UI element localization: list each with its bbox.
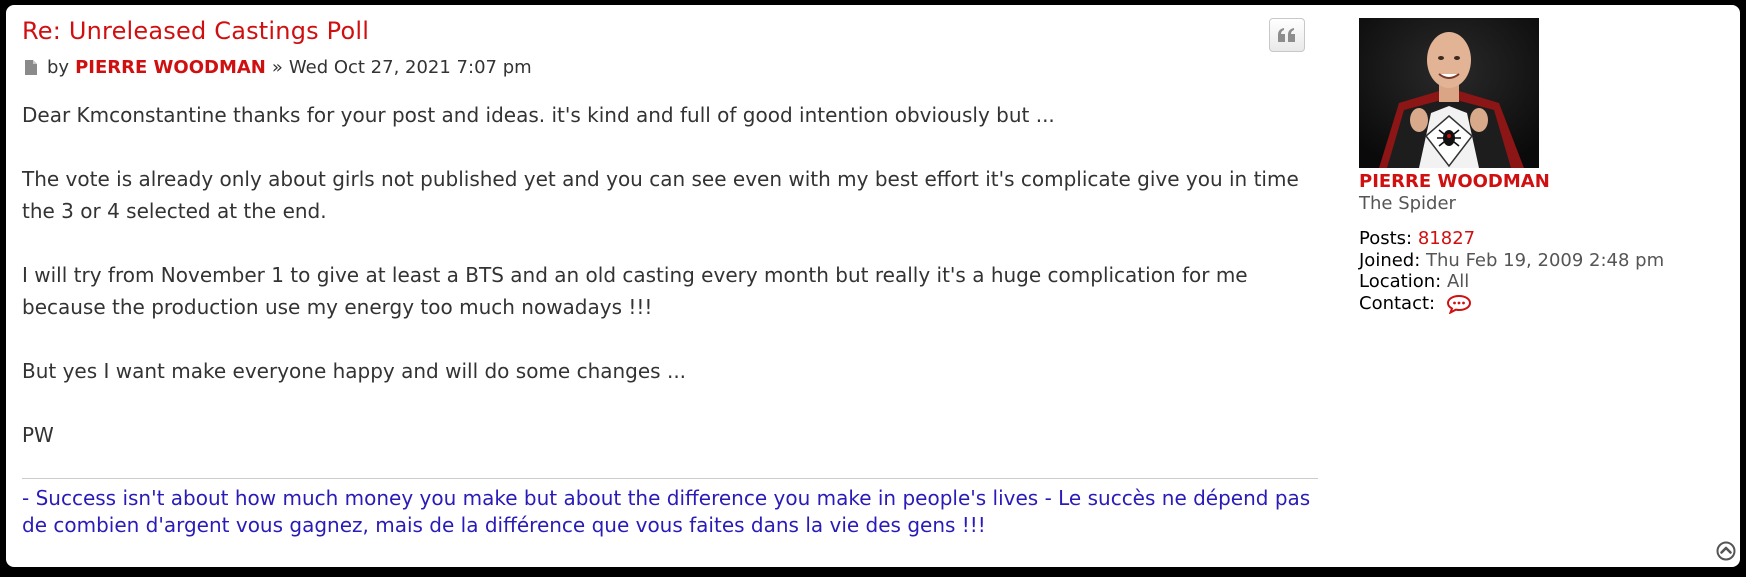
post-author-link[interactable]: PIERRE WOODMAN xyxy=(75,57,266,78)
post-paragraph: But yes I want make everyone happy and w… xyxy=(22,359,687,383)
arrow-up-circle-icon[interactable] xyxy=(1716,541,1736,561)
location-label: Location: xyxy=(1359,271,1442,292)
profile-location-row: Location: All xyxy=(1359,271,1729,293)
post-paragraph: Dear Kmconstantine thanks for your post … xyxy=(22,103,1055,127)
author-date-separator: » xyxy=(271,57,283,78)
location-value: All xyxy=(1446,271,1470,292)
quote-icon xyxy=(1278,28,1295,42)
profile-contact-row: Contact: xyxy=(1359,293,1729,315)
file-icon[interactable] xyxy=(25,60,37,75)
post-author-line: by PIERRE WOODMAN » Wed Oct 27, 2021 7:0… xyxy=(22,57,532,78)
post-date: Wed Oct 27, 2021 7:07 pm xyxy=(288,57,532,78)
post-paragraph: The vote is already only about girls not… xyxy=(22,167,1299,223)
quote-button[interactable] xyxy=(1269,18,1305,52)
post-panel: Re: Unreleased Castings Poll by PIERRE W… xyxy=(6,5,1740,567)
post-signature: - Success isn't about how much money you… xyxy=(22,486,1311,537)
by-label: by xyxy=(47,57,70,78)
avatar[interactable] xyxy=(1359,18,1539,168)
speech-bubble-icon[interactable] xyxy=(1446,294,1471,314)
contact-label: Contact: xyxy=(1359,292,1436,314)
post-title[interactable]: Re: Unreleased Castings Poll xyxy=(22,17,369,45)
profile-posts-row: Posts: 81827 xyxy=(1359,228,1729,250)
profile-rank: The Spider xyxy=(1359,193,1456,214)
posts-label: Posts: xyxy=(1359,228,1413,249)
profile-details: Posts: 81827 Joined: Thu Feb 19, 2009 2:… xyxy=(1359,228,1729,314)
profile-username[interactable]: PIERRE WOODMAN xyxy=(1359,171,1729,193)
joined-value: Thu Feb 19, 2009 2:48 pm xyxy=(1426,249,1665,271)
joined-label: Joined: xyxy=(1359,249,1421,271)
post-content: Dear Kmconstantine thanks for your post … xyxy=(22,99,1322,483)
signature-divider xyxy=(22,478,1318,479)
author-profile: PIERRE WOODMAN The Spider Posts: 81827 J… xyxy=(1359,18,1729,314)
posts-count-link[interactable]: 81827 xyxy=(1418,228,1475,249)
profile-joined-row: Joined: Thu Feb 19, 2009 2:48 pm xyxy=(1359,250,1729,272)
post-paragraph: I will try from November 1 to give at le… xyxy=(22,263,1248,319)
post-paragraph: PW xyxy=(22,423,54,447)
